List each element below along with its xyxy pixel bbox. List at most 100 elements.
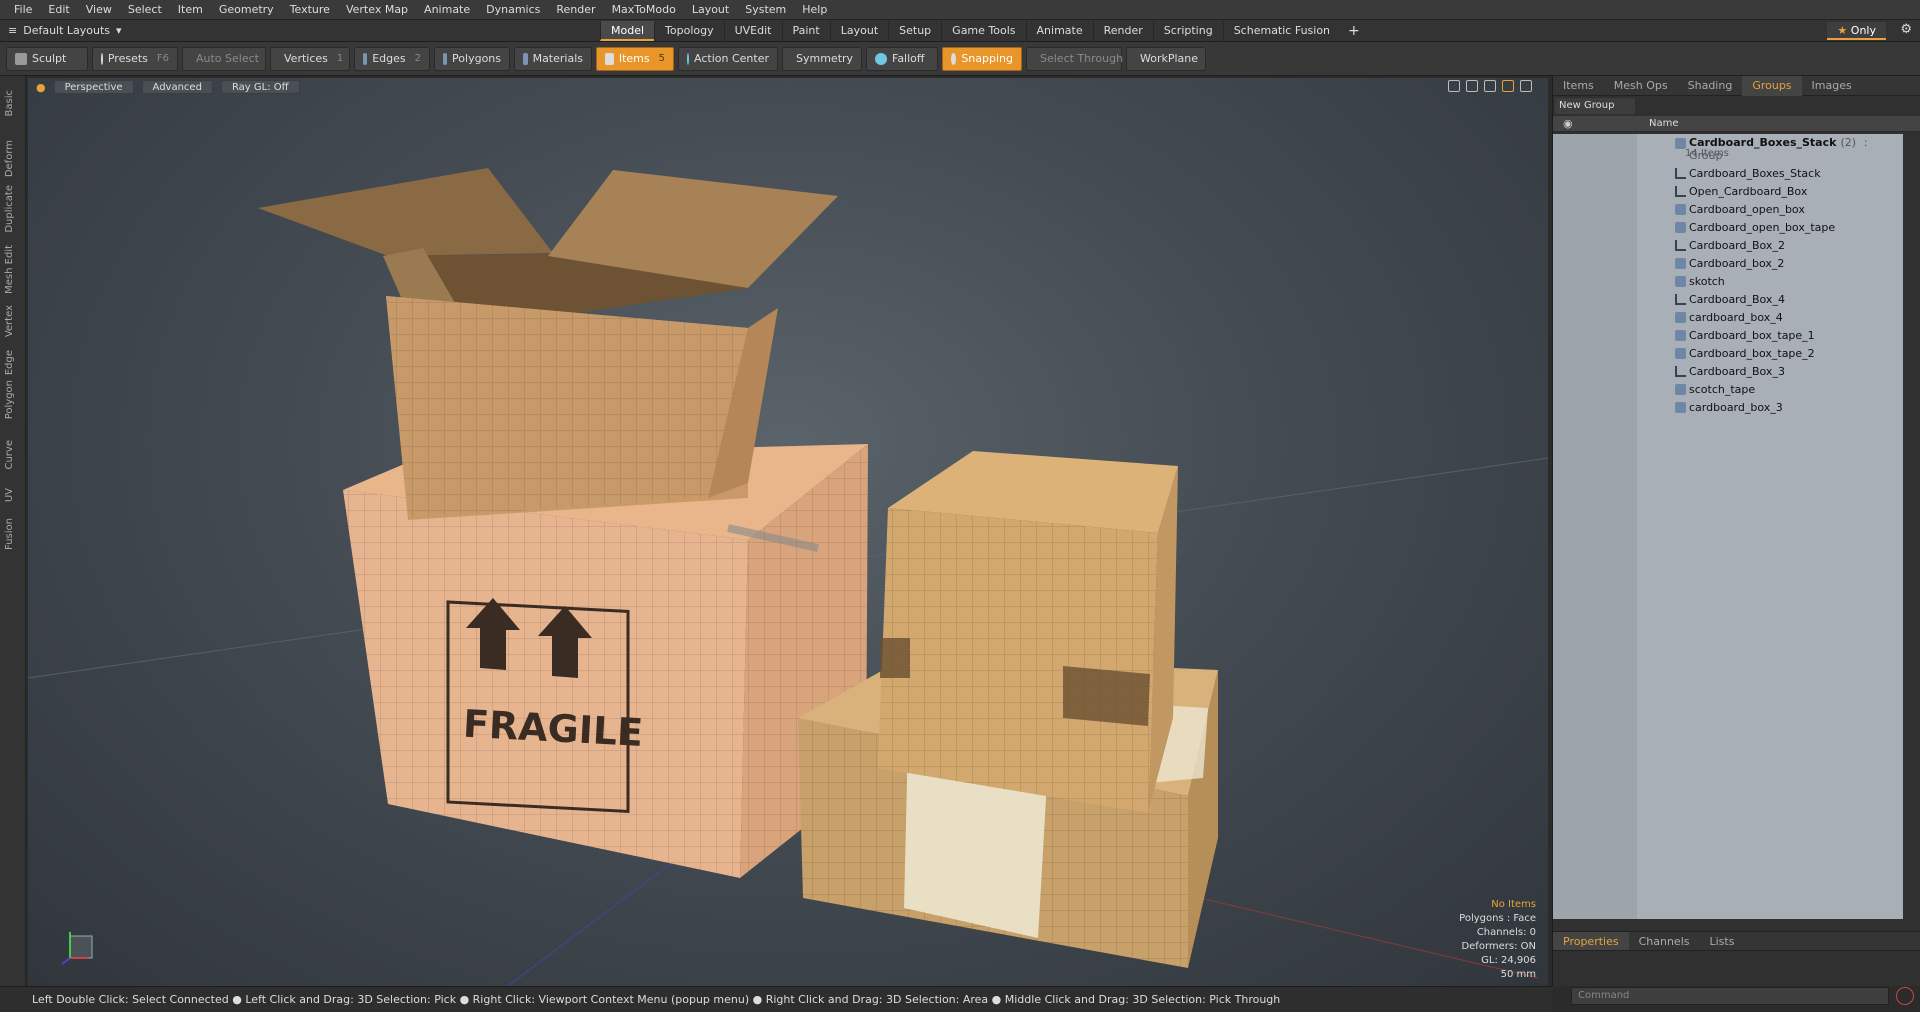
list-item[interactable]: scotch_tape [1553, 380, 1903, 398]
list-item[interactable]: Cardboard_box_2 [1553, 254, 1903, 272]
add-tab-button[interactable]: + [1348, 23, 1360, 39]
left-tab-mesh-edit[interactable]: Mesh Edit [4, 245, 22, 294]
tab-topology[interactable]: Topology [654, 20, 724, 41]
polygons-button[interactable]: Polygons [434, 46, 510, 71]
left-tab-deform[interactable]: Deform [4, 140, 22, 177]
falloff-button[interactable]: Falloff [866, 46, 938, 71]
list-item[interactable]: Cardboard_Box_4 [1553, 290, 1903, 308]
snapping-button[interactable]: Snapping [942, 46, 1022, 71]
auto-select-button[interactable]: Auto Select [182, 46, 266, 71]
menu-view[interactable]: View [78, 0, 120, 20]
lower-tab-channels[interactable]: Channels [1629, 932, 1700, 950]
viewport-menu-dot[interactable]: ● [36, 81, 46, 94]
materials-button[interactable]: Materials [514, 46, 592, 71]
layouts-dropdown[interactable]: ≡ Default Layouts ▾ [0, 24, 600, 37]
record-icon[interactable] [1896, 987, 1914, 1005]
rotate-icon[interactable] [1466, 80, 1478, 92]
panel-tab-shading[interactable]: Shading [1678, 76, 1743, 96]
fit-icon[interactable] [1502, 80, 1514, 92]
symmetry-button[interactable]: Symmetry [782, 46, 862, 71]
sculpt-button[interactable]: Sculpt [6, 46, 88, 71]
menu-item[interactable]: Item [170, 0, 211, 20]
left-tab-vertex[interactable]: Vertex [4, 305, 22, 337]
raygl-button[interactable]: Ray GL: Off [220, 80, 300, 94]
list-item[interactable]: Cardboard_open_box [1553, 200, 1903, 218]
presets-button[interactable]: Presets F6 [92, 46, 178, 71]
action-center-button[interactable]: Action Center [678, 46, 778, 71]
left-tab-edge[interactable]: Edge [4, 350, 22, 375]
menu-dynamics[interactable]: Dynamics [478, 0, 548, 20]
new-group-button[interactable]: New Group [1555, 98, 1635, 114]
tab-game-tools[interactable]: Game Tools [941, 20, 1025, 41]
view-mode-button[interactable]: Perspective [53, 80, 134, 94]
tab-model[interactable]: Model [600, 20, 655, 41]
zoom-icon[interactable] [1484, 80, 1496, 92]
tab-setup[interactable]: Setup [888, 20, 941, 41]
edges-button[interactable]: Edges 2 [354, 46, 430, 71]
tab-paint[interactable]: Paint [781, 20, 830, 41]
tab-schematic-fusion[interactable]: Schematic Fusion [1222, 20, 1340, 41]
gear-icon[interactable]: ⚙ [1900, 22, 1912, 37]
lower-tab-lists[interactable]: Lists [1700, 932, 1745, 950]
tab-scripting[interactable]: Scripting [1152, 20, 1223, 41]
left-tab-fusion[interactable]: Fusion [4, 518, 22, 550]
lower-tab-properties[interactable]: Properties [1553, 932, 1629, 950]
tab-render[interactable]: Render [1092, 20, 1153, 41]
list-item[interactable]: Cardboard_Boxes_Stack [1553, 164, 1903, 182]
menu-file[interactable]: File [6, 0, 40, 20]
command-input[interactable]: Command [1571, 987, 1889, 1005]
vertices-button[interactable]: Vertices 1 [270, 46, 350, 71]
items-button[interactable]: Items 5 [596, 46, 674, 71]
3d-viewport[interactable]: FRAGILE ● Perspective Advanced Ray GL: O… [28, 78, 1548, 986]
menu-maxtomodo[interactable]: MaxToModo [604, 0, 684, 20]
action-center-icon [687, 52, 690, 65]
menu-animate[interactable]: Animate [416, 0, 478, 20]
menu-geometry[interactable]: Geometry [211, 0, 282, 20]
menu-help[interactable]: Help [794, 0, 835, 20]
select-through-label: Select Through [1040, 52, 1124, 65]
panel-tab-groups[interactable]: Groups [1742, 75, 1802, 96]
select-through-button[interactable]: Select Through [1026, 46, 1124, 71]
list-item[interactable]: Cardboard_open_box_tape [1553, 218, 1903, 236]
group-list[interactable]: Cardboard_Boxes_Stack (2) : Group 14 Items… [1553, 134, 1903, 919]
pan-icon[interactable] [1448, 80, 1460, 92]
visibility-header-icon: ◉ [1563, 117, 1573, 130]
group-count: (2) [1840, 136, 1857, 149]
menu-texture[interactable]: Texture [282, 0, 338, 20]
tab-animate[interactable]: Animate [1025, 20, 1093, 41]
list-item[interactable]: Cardboard_Box_2 [1553, 236, 1903, 254]
menu-render[interactable]: Render [548, 0, 603, 20]
left-tab-basic[interactable]: Basic [4, 90, 22, 116]
symmetry-label: Symmetry [796, 52, 854, 65]
left-tab-uv[interactable]: UV [4, 488, 22, 502]
list-item[interactable]: Open_Cardboard_Box [1553, 182, 1903, 200]
group-row[interactable]: Cardboard_Boxes_Stack (2) : Group 14 Items [1553, 134, 1903, 162]
layouts-label: Default Layouts [23, 24, 111, 37]
left-tab-polygon[interactable]: Polygon [4, 380, 22, 419]
only-toggle[interactable]: ★ Only [1827, 22, 1886, 40]
right-panel-tabs: Items Mesh Ops Shading Groups Images [1553, 75, 1920, 96]
list-item[interactable]: Cardboard_box_tape_1 [1553, 326, 1903, 344]
left-tab-curve[interactable]: Curve [4, 440, 22, 470]
menu-vertex-map[interactable]: Vertex Map [338, 0, 416, 20]
tab-uvedit[interactable]: UVEdit [723, 20, 782, 41]
list-item[interactable]: skotch [1553, 272, 1903, 290]
list-item[interactable]: Cardboard_box_tape_2 [1553, 344, 1903, 362]
panel-tab-items[interactable]: Items [1553, 76, 1604, 96]
menu-edit[interactable]: Edit [40, 0, 77, 20]
menu-layout[interactable]: Layout [684, 0, 737, 20]
viewport-settings-icon[interactable] [1520, 80, 1532, 92]
menu-select[interactable]: Select [120, 0, 170, 20]
shading-mode-button[interactable]: Advanced [141, 80, 213, 94]
list-item[interactable]: cardboard_box_4 [1553, 308, 1903, 326]
workplane-button[interactable]: WorkPlane [1126, 46, 1206, 71]
menu-system[interactable]: System [737, 0, 794, 20]
list-item[interactable]: Cardboard_Box_3 [1553, 362, 1903, 380]
tab-layout[interactable]: Layout [829, 20, 888, 41]
panel-tab-images[interactable]: Images [1802, 76, 1862, 96]
properties-tabs: Properties Channels Lists [1553, 931, 1920, 951]
stat-line: No Items [1491, 899, 1536, 910]
list-item[interactable]: cardboard_box_3 [1553, 398, 1903, 416]
panel-tab-mesh-ops[interactable]: Mesh Ops [1604, 76, 1678, 96]
left-tab-duplicate[interactable]: Duplicate [4, 185, 22, 233]
